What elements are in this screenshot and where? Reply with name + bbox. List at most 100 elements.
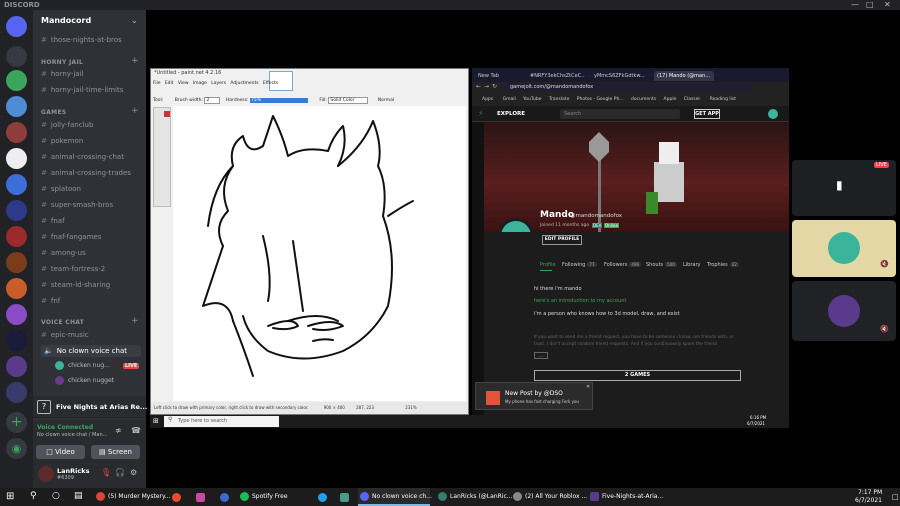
- category-header[interactable]: VOICE CHAT: [41, 319, 84, 326]
- drawing-canvas[interactable]: [173, 106, 466, 401]
- close-icon[interactable]: ✕: [884, 0, 891, 10]
- channel-item[interactable]: # super-smash-bros: [41, 199, 141, 211]
- get-app-button[interactable]: GET APP: [694, 109, 720, 119]
- games-button[interactable]: 2 GAMES: [534, 370, 741, 381]
- headphones-icon[interactable]: 🎧: [115, 468, 125, 477]
- channel-item[interactable]: # animal-crossing-chat: [41, 151, 141, 163]
- bookmark[interactable]: Apps: [482, 97, 493, 102]
- bookmark[interactable]: Translate: [549, 97, 569, 102]
- tab-followers[interactable]: Followers 496: [604, 262, 642, 268]
- search-icon[interactable]: ⚲: [30, 491, 37, 501]
- channel-item[interactable]: # splatoon: [41, 183, 141, 195]
- stream-tile[interactable]: LIVE ▮: [792, 160, 896, 216]
- screen-share-button[interactable]: ▤ Screen: [91, 445, 140, 459]
- taskbar-item-chrome[interactable]: (5) Murder Mystery...: [94, 488, 170, 506]
- add-channel-icon[interactable]: +: [131, 57, 139, 66]
- menu-item[interactable]: View: [178, 81, 189, 86]
- server-icon[interactable]: [6, 174, 27, 195]
- server-icon[interactable]: [6, 226, 27, 247]
- add-channel-icon[interactable]: +: [131, 107, 139, 116]
- tab-trophies[interactable]: Trophies 22: [707, 262, 739, 268]
- avatar[interactable]: [38, 466, 54, 482]
- voice-channel-item[interactable]: 🔈 No clown voice chat: [41, 345, 141, 357]
- windows-start-icon[interactable]: ⊞: [153, 417, 159, 425]
- hardness-slider[interactable]: 75%: [249, 98, 308, 103]
- menu-item[interactable]: Effects: [263, 81, 278, 86]
- add-channel-icon[interactable]: +: [131, 317, 139, 326]
- voice-user[interactable]: chicken nug...: [55, 360, 110, 372]
- server-icon[interactable]: [6, 148, 27, 169]
- channel-item[interactable]: # horny-jail-time-limits: [41, 84, 141, 96]
- server-icon[interactable]: [6, 70, 27, 91]
- notification-toast[interactable]: New Post by @DSO My phone has fast charg…: [475, 382, 593, 410]
- browser-tab-active[interactable]: (17) Mando (@man...: [654, 71, 714, 81]
- close-icon[interactable]: ✕: [586, 384, 590, 390]
- explore-servers-icon[interactable]: ◉: [6, 438, 27, 459]
- channel-item[interactable]: # horny-jail: [41, 68, 141, 80]
- zoom-level[interactable]: 231%: [405, 405, 416, 410]
- back-icon[interactable]: ←: [476, 83, 481, 90]
- twitter-icon[interactable]: [318, 493, 327, 502]
- file-explorer-icon[interactable]: ▤: [74, 491, 83, 501]
- reload-icon[interactable]: ↻: [492, 83, 497, 90]
- server-icon[interactable]: [6, 330, 27, 351]
- server-icon[interactable]: [6, 356, 27, 377]
- tab-following[interactable]: Following 77: [562, 262, 597, 268]
- home-icon[interactable]: [6, 16, 27, 37]
- channel-item[interactable]: # team-fortress-2: [41, 263, 141, 275]
- menu-item[interactable]: Image: [193, 81, 207, 86]
- chevron-down-icon[interactable]: ⌄: [131, 16, 138, 25]
- bookmark[interactable]: Photos - Google Ph...: [577, 97, 624, 102]
- channel-item[interactable]: # pokemon: [41, 135, 141, 147]
- taskbar-item-game[interactable]: Five-Nights-at-Aria...: [588, 488, 663, 506]
- add-server-icon[interactable]: +: [6, 412, 27, 433]
- channel-item[interactable]: # animal-crossing-trades: [41, 167, 141, 179]
- menu-item[interactable]: File: [153, 81, 161, 86]
- voice-user[interactable]: chicken nugget: [55, 375, 114, 387]
- tab-library[interactable]: Library: [683, 262, 700, 268]
- taskbar-item-spotify[interactable]: Spotify Free: [238, 488, 296, 506]
- disconnect-icon[interactable]: ☎: [131, 426, 141, 435]
- channel-item[interactable]: # those-nights-at-bros: [41, 34, 141, 46]
- channel-item[interactable]: # epic-music: [41, 329, 141, 341]
- server-icon[interactable]: [6, 200, 27, 221]
- server-icon[interactable]: [6, 96, 27, 117]
- server-icon[interactable]: [6, 382, 27, 403]
- taskbar-item-gamejolt[interactable]: LanRicks (@LanRic...: [436, 488, 512, 506]
- edit-profile-button[interactable]: EDIT PROFILE: [542, 235, 582, 245]
- server-icon[interactable]: [6, 252, 27, 273]
- menu-item[interactable]: Adjustments: [230, 81, 258, 86]
- minimize-icon[interactable]: —: [851, 0, 859, 10]
- task-view-icon[interactable]: ○: [52, 491, 60, 501]
- search-input[interactable]: Search: [560, 109, 680, 119]
- browser-tab[interactable]: New Tab: [475, 71, 521, 81]
- category-header[interactable]: GAMES: [41, 109, 66, 116]
- explore-link[interactable]: EXPLORE: [497, 111, 525, 117]
- gear-icon[interactable]: ⚙: [130, 468, 137, 477]
- avatar[interactable]: [768, 109, 778, 119]
- search-input[interactable]: Type here to search: [164, 416, 279, 427]
- server-icon[interactable]: [6, 122, 27, 143]
- notifications-icon[interactable]: □: [892, 493, 899, 501]
- app-icon[interactable]: [196, 493, 205, 502]
- channel-item[interactable]: # fnaf: [41, 215, 141, 227]
- fill-dropdown[interactable]: Solid Color: [328, 97, 369, 104]
- mute-icon[interactable]: 🎙: [101, 468, 111, 477]
- brush-width-input[interactable]: 2: [204, 97, 221, 104]
- menu-item[interactable]: Edit: [165, 81, 174, 86]
- menu-item[interactable]: Layers: [211, 81, 226, 86]
- server-icon-mandocord[interactable]: [6, 46, 27, 67]
- channel-item[interactable]: # jolly-fanclub: [41, 119, 141, 131]
- bookmark[interactable]: documents: [631, 97, 656, 102]
- signal-icon[interactable]: ≉: [115, 426, 122, 435]
- user-video-tile[interactable]: 🔇: [792, 220, 896, 277]
- app-icon[interactable]: [220, 493, 229, 502]
- browser-tab[interactable]: #NRFY3ekChsZtCeC...: [527, 71, 585, 81]
- server-icon[interactable]: [6, 278, 27, 299]
- taskbar-item-roblox[interactable]: (2) All Your Roblox ...: [511, 488, 587, 506]
- maximize-icon[interactable]: □: [866, 0, 874, 10]
- color-swatch-icon[interactable]: [164, 111, 170, 117]
- app-icon[interactable]: [172, 493, 181, 502]
- more-button[interactable]: ...: [534, 352, 548, 359]
- address-bar[interactable]: gamejolt.com/@mandomandofox: [502, 83, 752, 92]
